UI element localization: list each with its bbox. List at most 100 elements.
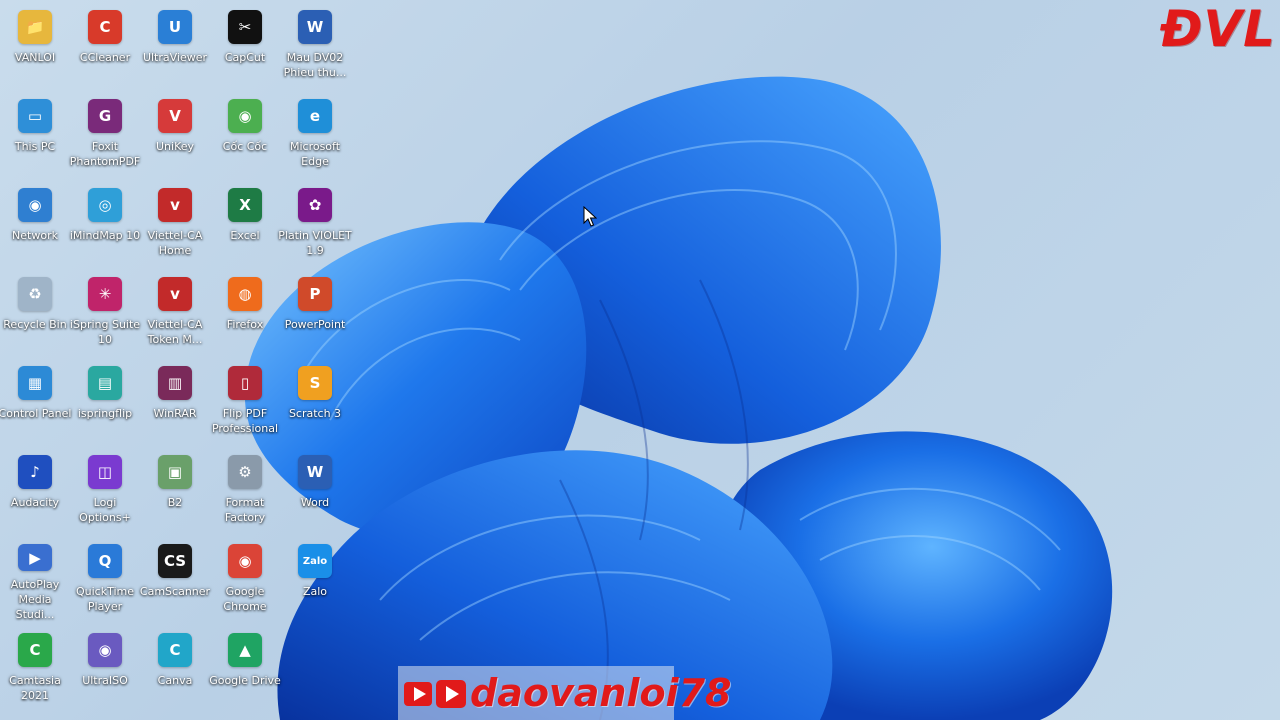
desktop-icon-mau-dv02-phieu-thu[interactable]: W Mau DV02 Phieu thu... (280, 2, 350, 88)
control-panel-app-icon: ▦ (18, 366, 52, 400)
desktop-icon-label: Google Drive (209, 674, 281, 687)
winrar-app-icon: ▥ (158, 366, 192, 400)
recycle-bin-app-icon: ♻ (18, 277, 52, 311)
desktop-icon-viettel-ca-home[interactable]: v Viettel-CA Home (140, 180, 210, 266)
desktop-icon-audacity[interactable]: ♪ Audacity (0, 447, 70, 533)
desktop-icon-unikey[interactable]: V UniKey (140, 91, 210, 177)
desktop-icon-imindmap-10[interactable]: ◎ iMindMap 10 (70, 180, 140, 266)
desktop-icon-label: UltraISO (82, 674, 128, 687)
desktop-icon-label: Canva (157, 674, 193, 687)
desktop-icon-label: iSpring Suite 10 (69, 318, 141, 346)
desktop-icon-powerpoint[interactable]: P PowerPoint (280, 269, 350, 355)
unikey-app-icon: V (158, 99, 192, 133)
desktop-icon-label: CamScanner (139, 585, 211, 598)
zalo-app-icon: Zalo (298, 544, 332, 578)
desktop-icon-network[interactable]: ◉ Network (0, 180, 70, 266)
scratch-3-app-icon: S (298, 366, 332, 400)
desktop-icon-label: Viettel-CA Token M... (147, 318, 203, 346)
desktop-icon-label: Control Panel (0, 407, 72, 420)
desktop-icon-label: Foxit PhantomPDF (69, 140, 141, 168)
c-c-c-c-app-icon: ◉ (228, 99, 262, 133)
ccleaner-app-icon: C (88, 10, 122, 44)
desktop-icon-platin-violet-1-9[interactable]: ✿ Platin VIOLET 1.9 (278, 180, 352, 266)
word-app-icon: W (298, 455, 332, 489)
desktop-icon-b2[interactable]: ▣ B2 (140, 447, 210, 533)
desktop-icon-flip-pdf-professional[interactable]: ▯ Flip PDF Professional (210, 358, 280, 444)
desktop-icon-logi-options[interactable]: ◫ Logi Options+ (70, 447, 140, 533)
camscanner-app-icon: CS (158, 544, 192, 578)
desktop-icon-firefox[interactable]: ◍ Firefox (210, 269, 280, 355)
desktop-icon-label: This PC (14, 140, 56, 153)
mau-dv02-phieu-thu-app-icon: W (298, 10, 332, 44)
desktop-icon-ispringflip[interactable]: ▤ ispringflip (70, 358, 140, 444)
network-app-icon: ◉ (18, 188, 52, 222)
channel-logo: ĐVL (1160, 0, 1276, 58)
microsoft-edge-app-icon: e (298, 99, 332, 133)
quicktime-player-app-icon: Q (88, 544, 122, 578)
desktop-icon-word[interactable]: W Word (280, 447, 350, 533)
desktop-icon-viettel-ca-token-m[interactable]: v Viettel-CA Token M... (140, 269, 210, 355)
desktop-icon-label: CapCut (224, 51, 266, 64)
desktop-icon-label: UniKey (155, 140, 195, 153)
platin-violet-1-9-app-icon: ✿ (298, 188, 332, 222)
youtube-icon (402, 676, 470, 710)
desktop-icon-label: Network (12, 229, 58, 242)
desktop-icon-label: VANLOI (14, 51, 56, 64)
desktop-icon-label: Cốc Cốc (222, 140, 268, 153)
google-chrome-app-icon: ◉ (228, 544, 262, 578)
desktop-icon-label: Google Chrome (223, 585, 267, 613)
desktop-icon-vanloi[interactable]: 📁 VANLOI (0, 2, 70, 88)
desktop-icon-this-pc[interactable]: ▭ This PC (0, 91, 70, 177)
camtasia-2021-app-icon: C (18, 633, 52, 667)
desktop-icon-excel[interactable]: X Excel (210, 180, 280, 266)
desktop-icon-label: iMindMap 10 (69, 229, 141, 242)
desktop-icon-c-c-c-c[interactable]: ◉ Cốc Cốc (210, 91, 280, 177)
capcut-app-icon: ✂ (228, 10, 262, 44)
desktop-icon-ultraviewer[interactable]: U UltraViewer (140, 2, 210, 88)
excel-app-icon: X (228, 188, 262, 222)
desktop-icon-label: Word (300, 496, 330, 509)
desktop-icon-label: Audacity (10, 496, 60, 509)
desktop-icon-microsoft-edge[interactable]: e Microsoft Edge (280, 91, 350, 177)
desktop-icon-google-chrome[interactable]: ◉ Google Chrome (210, 536, 280, 622)
desktop-icon-canva[interactable]: C Canva (140, 625, 210, 711)
vanloi-app-icon: 📁 (18, 10, 52, 44)
desktop-icon-label: PowerPoint (284, 318, 346, 331)
desktop-icon-recycle-bin[interactable]: ♻ Recycle Bin (0, 269, 70, 355)
google-drive-app-icon: ▲ (228, 633, 262, 667)
desktop-icon-winrar[interactable]: ▥ WinRAR (140, 358, 210, 444)
desktop-icon-control-panel[interactable]: ▦ Control Panel (0, 358, 72, 444)
desktop-icon-format-factory[interactable]: ⚙ Format Factory (210, 447, 280, 533)
desktop-icon-label: Excel (230, 229, 260, 242)
desktop-icon-label: QuickTime Player (75, 585, 135, 613)
viettel-ca-home-app-icon: v (158, 188, 192, 222)
ispring-suite-10-app-icon: ✳ (88, 277, 122, 311)
mouse-cursor-icon (583, 206, 597, 227)
desktop-icon-label: ispringflip (77, 407, 133, 420)
desktop-icon-autoplay-media-studi[interactable]: ▶ AutoPlay Media Studi... (0, 536, 70, 622)
foxit-phantompdf-app-icon: G (88, 99, 122, 133)
desktop-icon-label: Mau DV02 Phieu thu... (283, 51, 347, 79)
powerpoint-app-icon: P (298, 277, 332, 311)
desktop-icon-label: Camtasia 2021 (9, 674, 61, 702)
desktop-icon-zalo[interactable]: Zalo Zalo (280, 536, 350, 622)
desktop-icon-foxit-phantompdf[interactable]: G Foxit PhantomPDF (70, 91, 140, 177)
this-pc-app-icon: ▭ (18, 99, 52, 133)
desktop-icon-quicktime-player[interactable]: Q QuickTime Player (70, 536, 140, 622)
desktop-icon-scratch-3[interactable]: S Scratch 3 (280, 358, 350, 444)
desktop-icon-ultraiso[interactable]: ◉ UltraISO (70, 625, 140, 711)
desktop-icon-label: Format Factory (224, 496, 266, 524)
viettel-ca-token-m-app-icon: v (158, 277, 192, 311)
ultraiso-app-icon: ◉ (88, 633, 122, 667)
ispringflip-app-icon: ▤ (88, 366, 122, 400)
b2-app-icon: ▣ (158, 455, 192, 489)
desktop-icon-label: WinRAR (153, 407, 197, 420)
ultraviewer-app-icon: U (158, 10, 192, 44)
desktop-icon-camscanner[interactable]: CS CamScanner (140, 536, 210, 622)
desktop-icon-camtasia-2021[interactable]: C Camtasia 2021 (0, 625, 70, 711)
desktop-icon-ispring-suite-10[interactable]: ✳ iSpring Suite 10 (70, 269, 140, 355)
desktop-icon-ccleaner[interactable]: C CCleaner (70, 2, 140, 88)
desktop-icon-google-drive[interactable]: ▲ Google Drive (209, 625, 281, 711)
desktop-icon-capcut[interactable]: ✂ CapCut (210, 2, 280, 88)
desktop-icon-label: Logi Options+ (79, 496, 131, 524)
